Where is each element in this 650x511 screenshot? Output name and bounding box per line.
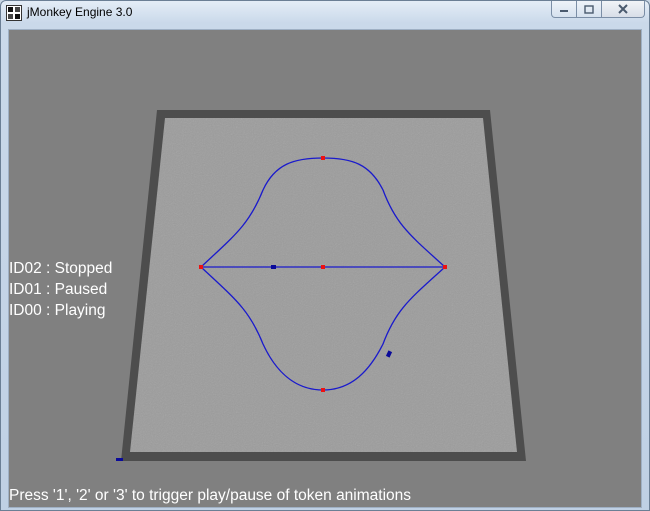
control-point[interactable] — [321, 265, 325, 269]
control-point[interactable] — [321, 388, 325, 392]
maximize-button[interactable] — [577, 1, 602, 18]
window-title: jMonkey Engine 3.0 — [27, 5, 133, 19]
close-button[interactable] — [602, 1, 645, 18]
token-status-id02: ID02 : Stopped — [9, 260, 113, 277]
caption-buttons — [551, 1, 645, 19]
render-viewport[interactable]: ID02 : Stopped ID01 : Paused ID00 : Play… — [8, 29, 642, 508]
jmonkey-app-icon — [6, 5, 22, 21]
instruction-text: Press '1', '2' or '3' to trigger play/pa… — [9, 487, 412, 504]
token-status-id01: ID01 : Paused — [9, 281, 108, 298]
animation-token — [271, 265, 276, 269]
control-point[interactable] — [443, 265, 447, 269]
title-bar[interactable]: jMonkey Engine 3.0 — [1, 1, 649, 27]
minimize-button[interactable] — [551, 1, 577, 18]
animation-token — [116, 458, 123, 461]
control-point[interactable] — [321, 156, 325, 160]
maximize-icon — [584, 4, 594, 14]
app-window: jMonkey Engine 3.0 ID02: Stopped ID01:… — [0, 0, 650, 511]
close-icon — [618, 4, 628, 14]
token-status-list: ID02 : Stopped ID01 : Paused ID00 : Play… — [9, 258, 112, 321]
control-point[interactable] — [199, 265, 203, 269]
minimize-icon — [560, 10, 568, 12]
floor-surface — [130, 118, 517, 452]
token-status-id00: ID00 : Playing — [9, 302, 106, 319]
